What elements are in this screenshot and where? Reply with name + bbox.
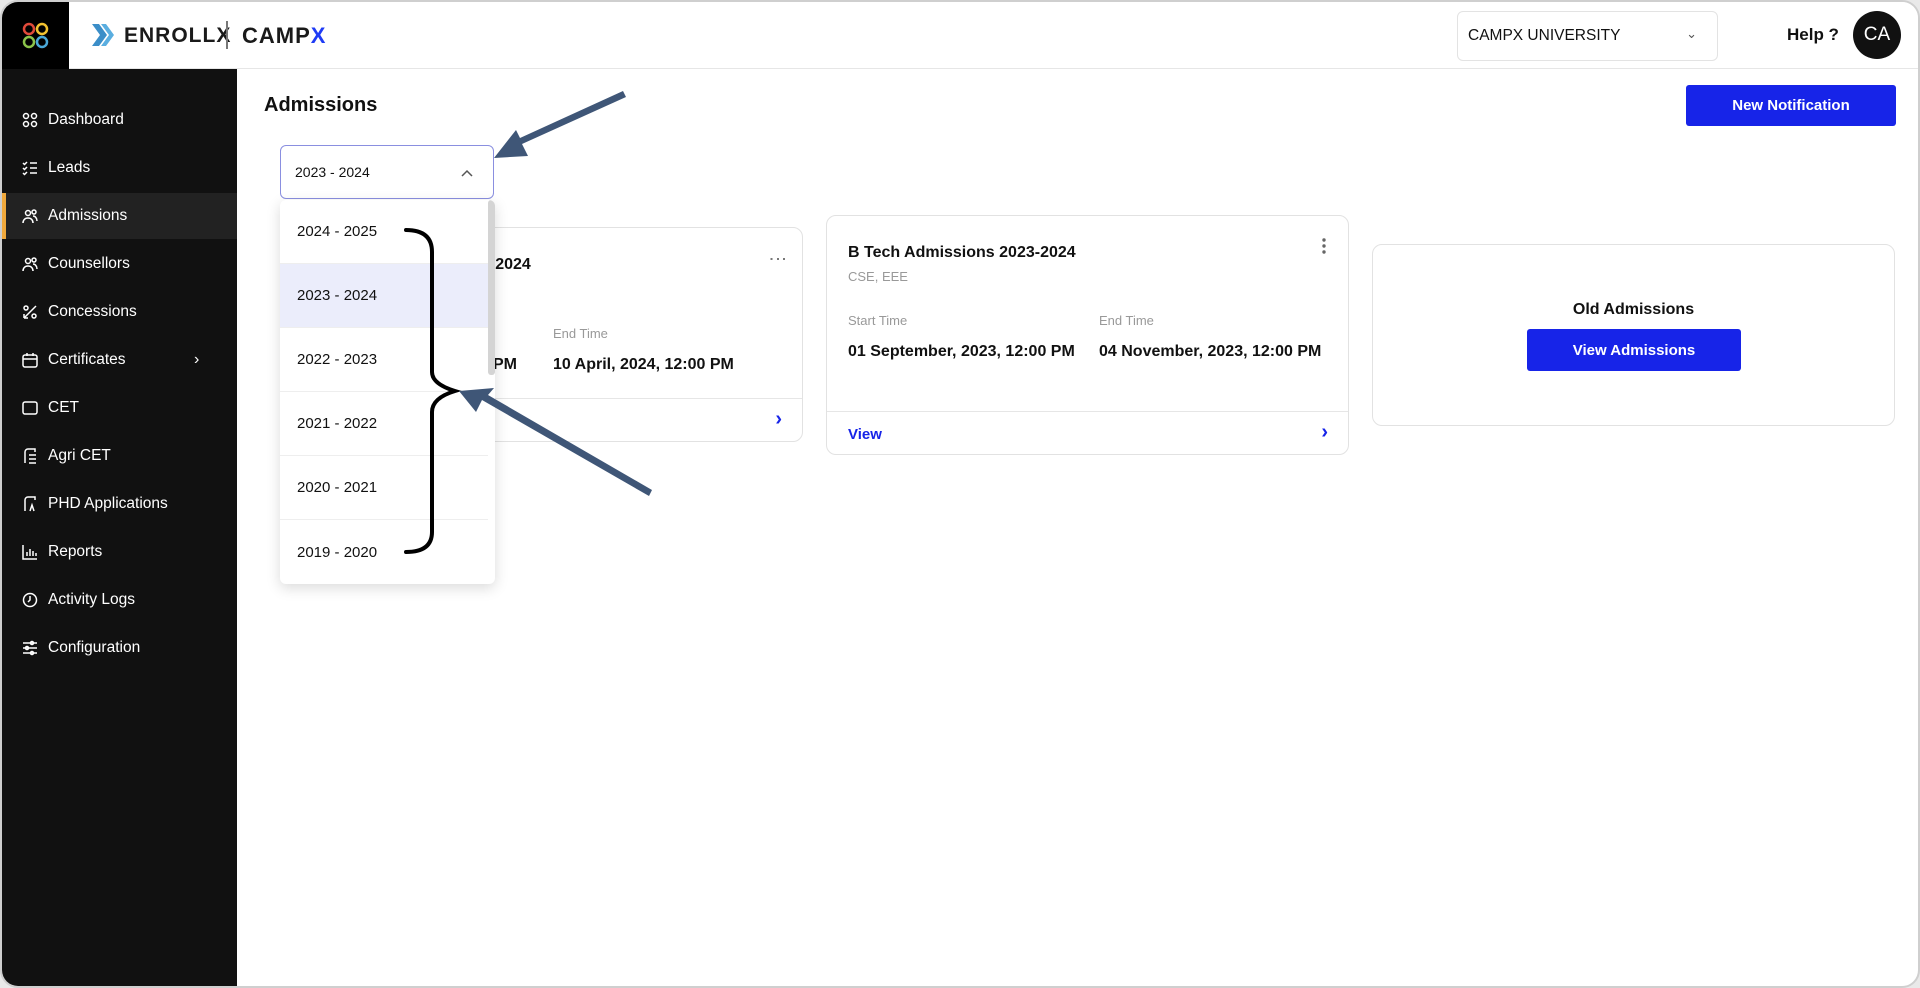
sidebar-item-reports[interactable]: Reports	[2, 529, 237, 575]
year-option[interactable]: 2022 - 2023	[280, 328, 488, 392]
kebab-menu-icon[interactable]	[1322, 238, 1326, 254]
page-title: Admissions	[264, 94, 378, 116]
square-icon	[22, 401, 38, 415]
sidebar-item-label: Admissions	[48, 207, 128, 224]
sliders-icon	[23, 640, 37, 656]
sidebar-item-label: Activity Logs	[48, 591, 136, 608]
end-time-value: 10 April, 2024, 12:00 PM	[553, 356, 734, 373]
chevron-right-icon[interactable]: ›	[775, 408, 782, 431]
sidebar-item-counsellors[interactable]: Counsellors	[2, 241, 237, 287]
sidebar-item-label: Configuration	[48, 639, 141, 656]
year-select[interactable]: 2023 - 2024	[280, 145, 494, 199]
university-select[interactable]: CAMPX UNIVERSITY ⌄	[1457, 11, 1718, 61]
card-title: B Tech Admissions 2023-2024	[848, 244, 1076, 261]
sidebar-item-label: PHD Applications	[48, 495, 168, 512]
sidebar-item-cet[interactable]: CET	[2, 385, 237, 431]
year-option[interactable]: 2024 - 2025	[280, 200, 488, 264]
sidebar: Dashboard Leads Admissions Counsellors C…	[2, 69, 237, 986]
start-time-label: Start Time	[848, 313, 908, 328]
percent-icon	[23, 305, 37, 319]
sidebar-item-label: Concessions	[48, 303, 137, 320]
brand-enrollx: ENROLLX	[124, 24, 232, 47]
enrollx-logo-icon	[92, 24, 114, 46]
sidebar-item-certificates[interactable]: Certificates ›	[2, 337, 237, 383]
document-icon	[24, 496, 36, 512]
start-time-value: PM	[493, 356, 517, 373]
sidebar-item-dashboard[interactable]: Dashboard	[2, 97, 237, 143]
sidebar-item-phd-applications[interactable]: PHD Applications	[2, 481, 237, 527]
end-time-label: End Time	[1099, 313, 1154, 328]
year-option[interactable]: 2019 - 2020	[280, 520, 488, 584]
card-subtitle: CSE, EEE	[848, 269, 908, 284]
calendar-icon	[22, 353, 38, 368]
sidebar-item-label: Counsellors	[48, 255, 130, 272]
old-admissions-title: Old Admissions	[1572, 301, 1695, 318]
brand-campx: CAMPX	[242, 23, 327, 48]
year-select-value: 2023 - 2024	[295, 164, 370, 180]
sidebar-item-label: Certificates	[48, 351, 126, 368]
admission-card: B Tech Admissions 2023-2024 CSE, EEE Sta…	[826, 215, 1349, 455]
users-icon	[22, 209, 38, 224]
sidebar-item-label: Leads	[48, 159, 91, 176]
apps-icon[interactable]	[2, 2, 69, 69]
bar-chart-icon	[22, 545, 37, 560]
old-admissions-card: Old Admissions View Admissions	[1372, 244, 1895, 426]
app-window: ENROLLX CAMPX CAMPX UNIVERSITY ⌄ Help ? …	[0, 0, 1920, 988]
divider	[827, 411, 1348, 412]
chevron-right-icon: ›	[194, 351, 200, 368]
sidebar-item-configuration[interactable]: Configuration	[2, 625, 237, 671]
sidebar-item-agri-cet[interactable]: Agri CET	[2, 433, 237, 479]
checklist-icon	[22, 161, 37, 176]
chevron-up-icon	[461, 169, 473, 177]
document-icon	[24, 448, 36, 464]
sidebar-item-admissions[interactable]: Admissions	[2, 193, 237, 239]
view-link[interactable]: View	[848, 426, 882, 443]
users-icon	[22, 257, 38, 272]
scrollbar[interactable]	[488, 200, 495, 375]
brand-divider	[226, 21, 228, 49]
sidebar-item-activity-logs[interactable]: Activity Logs	[2, 577, 237, 623]
chevron-down-icon: ⌄	[1686, 26, 1697, 41]
view-admissions-button[interactable]: View Admissions	[1527, 329, 1741, 371]
sidebar-item-label: Reports	[48, 543, 103, 560]
sidebar-item-label: Dashboard	[48, 111, 124, 128]
start-time-value: 01 September, 2023, 12:00 PM	[848, 343, 1075, 360]
header: ENROLLX CAMPX CAMPX UNIVERSITY ⌄ Help ? …	[2, 2, 1918, 69]
year-dropdown-list: 2024 - 2025 2023 - 2024 2022 - 2023 2021…	[280, 200, 495, 584]
kebab-menu-icon[interactable]: ⋮	[768, 250, 788, 268]
help-link[interactable]: Help ?	[1787, 25, 1839, 45]
sidebar-item-concessions[interactable]: Concessions	[2, 289, 237, 335]
new-notification-button[interactable]: New Notification	[1686, 85, 1896, 126]
end-time-label: End Time	[553, 326, 608, 341]
sidebar-item-label: CET	[48, 399, 79, 416]
chevron-right-icon[interactable]: ›	[1321, 421, 1328, 444]
clock-icon	[22, 592, 38, 608]
sidebar-item-leads[interactable]: Leads	[2, 145, 237, 191]
year-option-selected[interactable]: 2023 - 2024	[280, 264, 488, 328]
university-select-value: CAMPX UNIVERSITY	[1468, 27, 1621, 44]
grid-icon	[22, 112, 38, 128]
avatar[interactable]: CA	[1853, 11, 1901, 59]
year-option[interactable]: 2021 - 2022	[280, 392, 488, 456]
end-time-value: 04 November, 2023, 12:00 PM	[1099, 343, 1322, 360]
year-option[interactable]: 2020 - 2021	[280, 456, 488, 520]
sidebar-item-label: Agri CET	[48, 447, 111, 464]
